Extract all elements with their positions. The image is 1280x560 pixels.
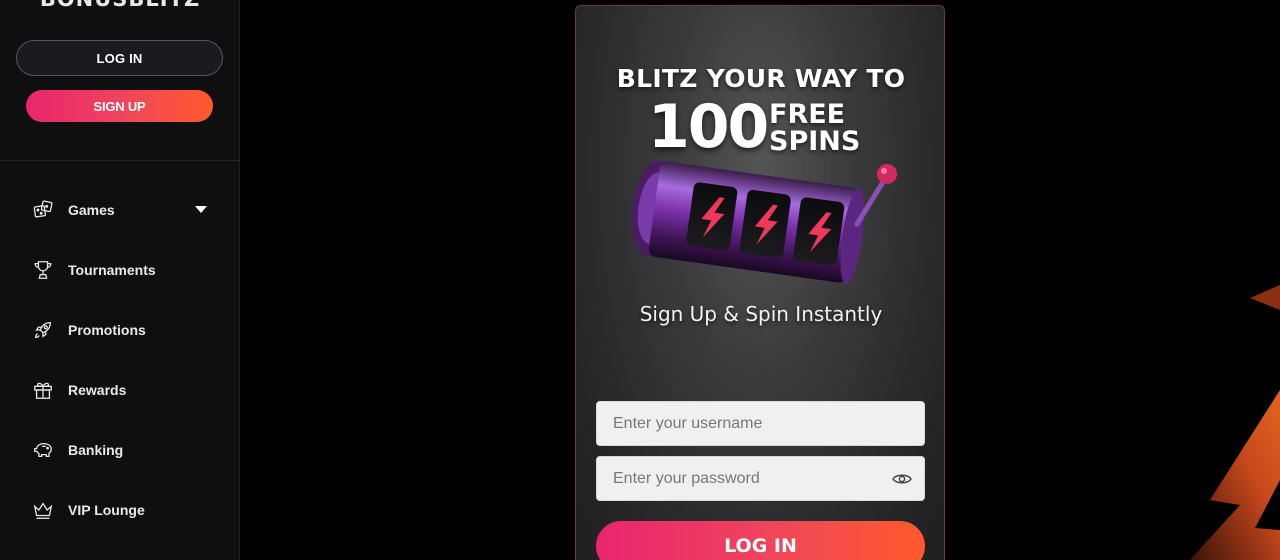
lightning-bolt-decoration [1190, 280, 1280, 560]
sidebar-item-label: Games [68, 202, 115, 218]
sidebar-item-label: VIP Lounge [68, 502, 145, 518]
piggy-bank-icon [32, 439, 54, 461]
sidebar-item-rewards[interactable]: Rewards [0, 360, 240, 420]
trophy-icon [32, 259, 54, 281]
promo-free-label: FREE [769, 99, 846, 130]
signup-promo-card: BLITZ YOUR WAY TO 100 FREE SPINS Sign Up… [575, 5, 945, 560]
eye-icon[interactable] [892, 471, 912, 487]
sidebar-login-button[interactable]: LOG IN [16, 40, 223, 76]
login-button[interactable]: LOG IN [596, 521, 925, 560]
chevron-down-icon[interactable] [195, 206, 207, 213]
promo-spins-label: SPINS [769, 126, 861, 157]
sidebar-nav: Games Tournaments Promotions Rewards Ban… [0, 180, 240, 540]
crown-icon [32, 499, 54, 521]
sidebar-item-label: Tournaments [68, 262, 156, 278]
promo-headline: BLITZ YOUR WAY TO [616, 64, 906, 93]
promo-free-spins: FREE SPINS [769, 101, 860, 155]
sidebar-item-label: Banking [68, 442, 124, 458]
sidebar-item-label: Promotions [68, 322, 146, 338]
promo-amount: 100 [648, 92, 769, 162]
sidebar-item-games[interactable]: Games [0, 180, 240, 240]
slot-machine-illustration [631, 160, 897, 284]
sidebar-item-banking[interactable]: Banking [0, 420, 240, 480]
brand-logo[interactable]: BONUSBLITZ [0, 0, 240, 11]
password-input[interactable] [597, 457, 924, 500]
sidebar-item-vip-lounge[interactable]: VIP Lounge [0, 480, 240, 540]
promo-subtitle: Sign Up & Spin Instantly [639, 302, 883, 326]
username-field [596, 401, 925, 446]
password-field [596, 456, 925, 501]
sidebar-divider [0, 160, 240, 161]
sidebar-signup-button[interactable]: SIGN UP [26, 90, 213, 122]
sidebar: BONUSBLITZ LOG IN SIGN UP Games [0, 0, 240, 560]
dice-icon [32, 199, 54, 221]
sidebar-item-promotions[interactable]: Promotions [0, 300, 240, 360]
page-root: BONUSBLITZ LOG IN SIGN UP Games [0, 0, 1280, 560]
sidebar-item-label: Rewards [68, 382, 127, 398]
gift-icon [32, 379, 54, 401]
rocket-icon [32, 319, 54, 341]
sidebar-item-tournaments[interactable]: Tournaments [0, 240, 240, 300]
username-input[interactable] [597, 402, 924, 445]
